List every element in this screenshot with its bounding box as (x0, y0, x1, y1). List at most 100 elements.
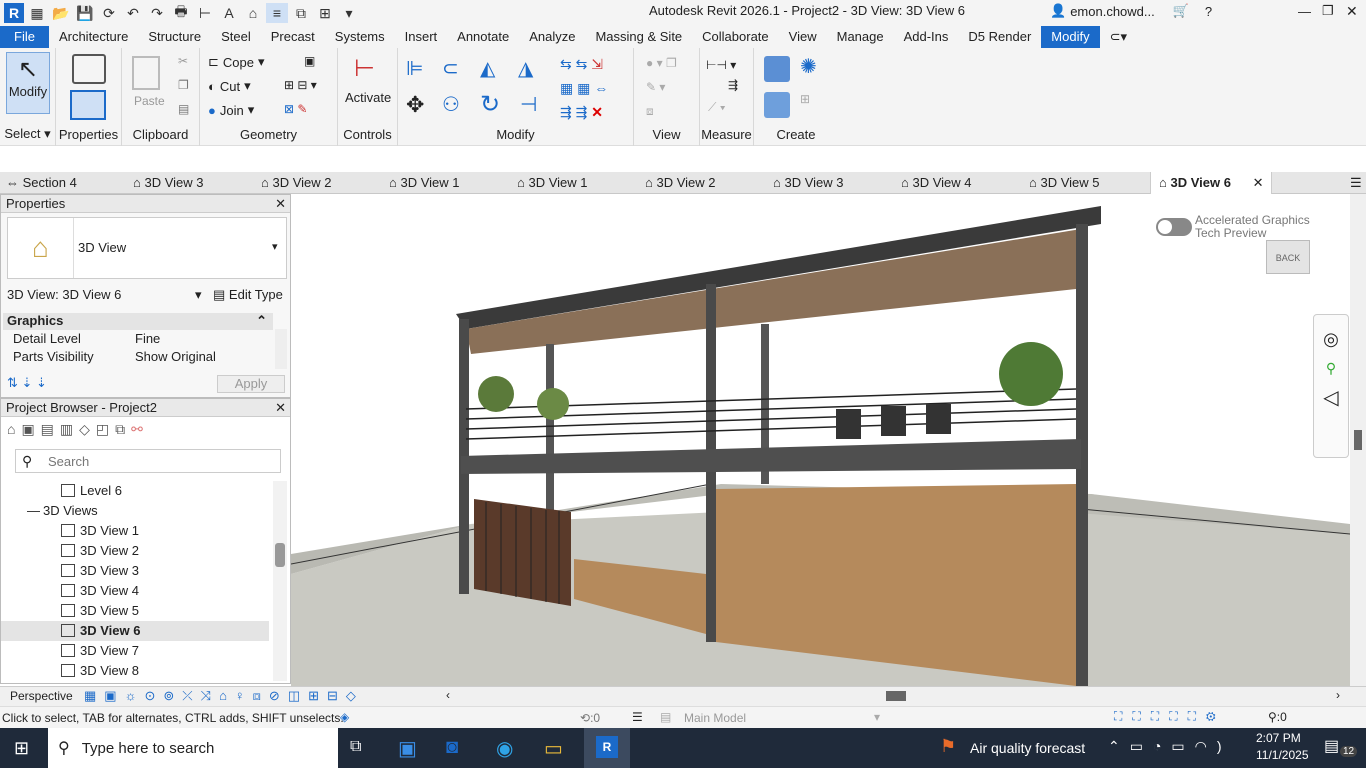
close-browser-icon[interactable]: ✕ (275, 399, 286, 417)
paint-icon[interactable]: ⊠ ✎ (284, 102, 307, 116)
tab-systems[interactable]: Systems (325, 26, 395, 48)
collapse-icon[interactable]: — (27, 501, 40, 521)
measure-tool-icon[interactable]: ⊢⊣ ▾ (706, 58, 736, 72)
close-properties-icon[interactable]: ✕ (275, 195, 286, 213)
trim-icon[interactable]: ⊣ (520, 92, 537, 117)
browser-scrollbar[interactable] (273, 481, 287, 681)
tree-item-3d-view-6[interactable]: 3D View 6 (1, 621, 269, 641)
tab-collaborate[interactable]: Collaborate (692, 26, 779, 48)
match-type-icon[interactable]: ▤ (178, 102, 189, 116)
tab-list-icon[interactable]: ☰ (1350, 172, 1362, 194)
browser-toolbar[interactable]: ⌂▣▤▥◇◰⧉⚯ (7, 421, 149, 438)
sort-icons[interactable]: ⇅ ⇣ ⇣ (7, 375, 47, 391)
wall-joins-icon[interactable]: ▣ (304, 54, 315, 68)
scale-icon[interactable]: ⇶ ⇶ ✕ (560, 104, 603, 121)
user-account[interactable]: 👤 emon.chowd... 🛒 ? (1050, 3, 1212, 19)
open-icon[interactable]: 📂 (50, 3, 72, 23)
type-selector[interactable]: ⌂ 3D View ▾ (7, 217, 287, 279)
join-button[interactable]: ● Join ▾ (208, 102, 254, 118)
design-options-icon[interactable]: ☰ (632, 710, 643, 724)
apply-button[interactable]: Apply (217, 375, 285, 393)
3d-viewport[interactable]: Accelerated Graphics Tech Preview BACK ◎… (291, 194, 1350, 686)
create-similar-icon[interactable]: ⊞ (800, 92, 810, 106)
copy-icon[interactable]: ❐ (178, 78, 189, 92)
task-view-icon[interactable]: ⧉ (350, 738, 361, 756)
tab-view[interactable]: View (779, 26, 827, 48)
tree-item-3d-view-2[interactable]: 3D View 2 (1, 541, 269, 561)
customize-qat-icon[interactable]: ▾ (338, 3, 360, 23)
split-icon[interactable]: ⇆ ⇆ ⇲ (560, 56, 603, 73)
view-control-icons[interactable]: ▦▣☼⊙⊚⤫⤨⌂♀⧈⊘◫⊞⊟◇ (84, 688, 364, 704)
tree-item-3d-view-3[interactable]: 3D View 3 (1, 561, 269, 581)
redo-icon[interactable]: ↷ (146, 3, 168, 23)
navigate-icon[interactable]: ◁ (1314, 385, 1348, 410)
modify-button[interactable]: ↖ Modify (6, 52, 50, 114)
tab-annotate[interactable]: Annotate (447, 26, 519, 48)
tab-massing-site[interactable]: Massing & Site (585, 26, 692, 48)
undo-icon[interactable]: ↶ (122, 3, 144, 23)
properties-scrollbar[interactable] (275, 329, 287, 369)
tree-item-3d-view-5[interactable]: 3D View 5 (1, 601, 269, 621)
revit-taskbar-button[interactable]: R (584, 728, 630, 768)
help-icon[interactable]: ? (1205, 4, 1212, 19)
select-panel-label[interactable]: Select ▾ (0, 126, 55, 142)
tree-item-3d-view-7[interactable]: 3D View 7 (1, 641, 269, 661)
activate-dimensions-icon[interactable]: ⊢ (354, 54, 375, 83)
override-icon[interactable]: ✎ ▾ (646, 80, 665, 94)
ribbon-options-icon[interactable]: ⊂▾ (1100, 26, 1137, 48)
tab-section-4[interactable]: ⇔ Section 4 (6, 172, 77, 194)
tab-precast[interactable]: Precast (261, 26, 325, 48)
sync-icon[interactable]: ⟳ (98, 3, 120, 23)
instance-selector[interactable]: 3D View: 3D View 6 ▾ (7, 287, 207, 302)
create-assembly-icon[interactable] (764, 56, 790, 82)
tab-3d-view-1b[interactable]: ⌂ 3D View 1 (517, 172, 588, 194)
property-row[interactable]: Detail Level Fine (3, 331, 273, 349)
clock-date[interactable]: 11/1/2025 (1256, 748, 1309, 762)
scroll-left-icon[interactable]: ‹ (446, 688, 450, 702)
linework-icon[interactable]: ⧈ (646, 104, 654, 119)
weather-text[interactable]: Air quality forecast (970, 740, 1085, 756)
tree-item-3d-view-1[interactable]: 3D View 1 (1, 521, 269, 541)
tree-item-level-6[interactable]: Level 6 (1, 481, 269, 501)
tab-structure[interactable]: Structure (138, 26, 211, 48)
close-button[interactable]: ✕ (1346, 3, 1358, 20)
taskbar-search[interactable]: ⚲ Type here to search (48, 728, 338, 768)
tab-add-ins[interactable]: Add-Ins (894, 26, 959, 48)
rotate-icon[interactable]: ↻ (480, 90, 500, 119)
copy-element-icon[interactable]: ⚇ (442, 92, 460, 117)
tab-3d-view-5[interactable]: ⌂ 3D View 5 (1029, 172, 1100, 194)
tab-3d-view-2b[interactable]: ⌂ 3D View 2 (645, 172, 716, 194)
measure-icon[interactable]: ⊢ (194, 3, 216, 23)
move-icon[interactable]: ✥ (406, 92, 424, 118)
cut-geometry-button[interactable]: ◐ Cut ▾ (208, 78, 251, 94)
tab-3d-view-3[interactable]: ⌂ 3D View 3 (133, 172, 204, 194)
file-explorer-icon[interactable]: ▭ (544, 736, 563, 761)
steering-wheel-icon[interactable]: ◎ (1314, 329, 1348, 350)
main-model-selector[interactable]: Main Model (684, 711, 746, 725)
property-row[interactable]: Parts Visibility Show Original (3, 349, 273, 367)
accelerated-graphics-toggle[interactable] (1156, 218, 1192, 236)
tab-file[interactable]: File (0, 26, 49, 48)
activate-button[interactable]: Activate (345, 90, 391, 105)
align-icon[interactable]: ⊫ (406, 56, 423, 81)
tab-steel[interactable]: Steel (211, 26, 261, 48)
view-cube[interactable]: BACK (1266, 240, 1310, 274)
system-tray-icons[interactable]: ⌃▭◔▭◠) (1108, 738, 1232, 755)
horizontal-scrollbar-thumb[interactable] (886, 691, 906, 701)
mirror-draw-icon[interactable]: ◮ (518, 56, 533, 81)
workset-icon[interactable]: ◈ (340, 710, 349, 724)
tab-3d-view-4[interactable]: ⌂ 3D View 4 (901, 172, 972, 194)
tab-3d-view-3b[interactable]: ⌂ 3D View 3 (773, 172, 844, 194)
save-icon[interactable]: 💾 (74, 3, 96, 23)
tab-3d-view-2[interactable]: ⌂ 3D View 2 (261, 172, 332, 194)
hide-icon[interactable]: ● ▾ ❐ (646, 56, 677, 70)
array-icon[interactable]: ▦ ▦ ⇔ (560, 80, 608, 97)
tree-item-3d-view-8[interactable]: 3D View 8 (1, 661, 269, 681)
type-properties-icon[interactable] (72, 54, 106, 84)
mirror-axis-icon[interactable]: ◭ (480, 56, 495, 81)
minimize-button[interactable]: — (1298, 4, 1311, 19)
revit-logo-icon[interactable]: R (4, 3, 24, 23)
split-face-icon[interactable]: ⊞ ⊟ ▾ (284, 78, 317, 92)
tab-d5-render[interactable]: D5 Render (958, 26, 1041, 48)
thin-lines-icon[interactable]: ≡ (266, 3, 288, 23)
